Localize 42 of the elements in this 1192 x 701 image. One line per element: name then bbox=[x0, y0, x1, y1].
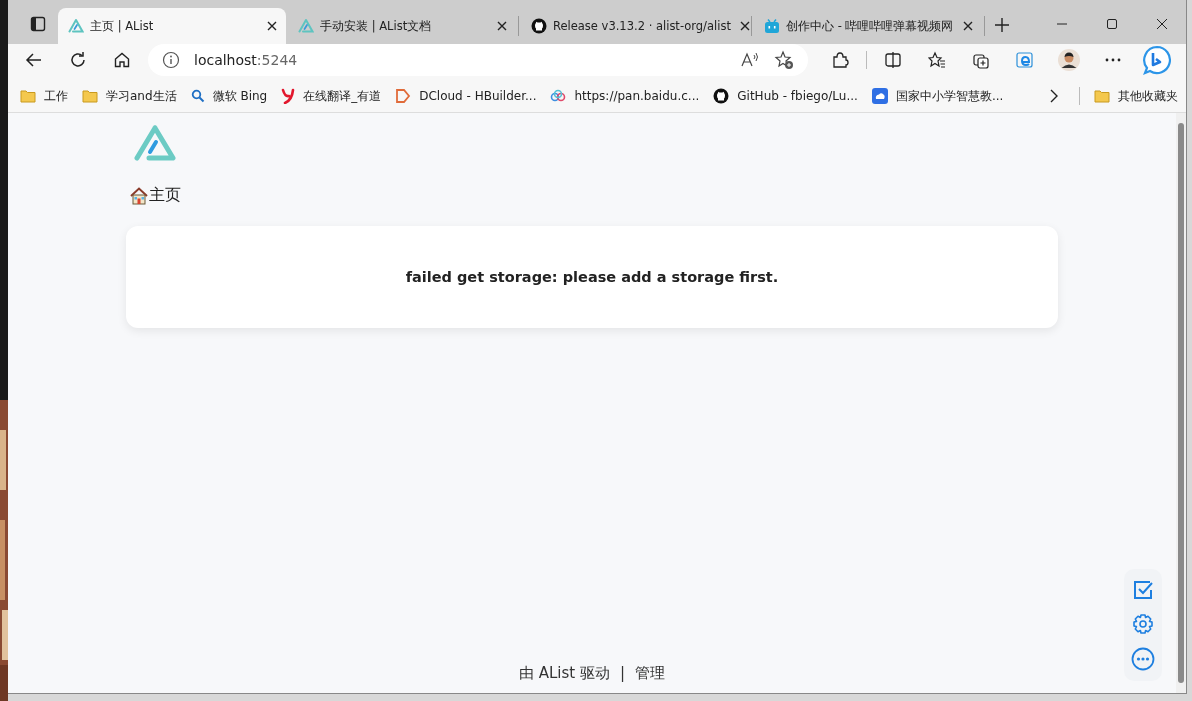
star-add-icon[interactable] bbox=[774, 50, 794, 70]
browser-tab[interactable]: Release v3.13.2 · alist-org/alist bbox=[521, 8, 749, 44]
browser-tab[interactable]: 创作中心 - 哔哩哔哩弹幕视频网 bbox=[754, 8, 982, 44]
bookmark-link[interactable]: 微软 Bing bbox=[190, 87, 268, 105]
y-logo-icon bbox=[281, 88, 296, 104]
bookmark-link[interactable]: 工作 bbox=[20, 87, 68, 105]
github-icon bbox=[713, 88, 730, 104]
manage-link[interactable]: 管理 bbox=[635, 664, 666, 683]
github-icon bbox=[531, 18, 547, 34]
settings-icon[interactable] bbox=[1132, 613, 1154, 635]
triangle-logo-icon bbox=[298, 18, 314, 34]
url-text: localhost:5244 bbox=[194, 52, 298, 68]
checkbox-icon[interactable] bbox=[1132, 579, 1154, 601]
error-message: failed get storage: please add a storage first. bbox=[405, 269, 779, 285]
scrollbar[interactable] bbox=[1176, 113, 1186, 693]
info-icon bbox=[162, 51, 180, 69]
address-bar[interactable]: localhost:5244 bbox=[148, 44, 808, 76]
separator-text: | bbox=[620, 664, 626, 683]
browser-tab[interactable]: 手动安装 | AList文档 bbox=[288, 8, 516, 44]
bookmark-folder[interactable]: 其他收藏夹 bbox=[1094, 87, 1178, 105]
bookmark-link[interactable]: 在线翻译_有道 bbox=[281, 87, 382, 105]
cloud-badge-icon bbox=[871, 88, 888, 104]
triangle-logo-icon bbox=[68, 18, 84, 34]
more-icon[interactable] bbox=[1131, 647, 1155, 671]
tag-icon bbox=[395, 88, 412, 104]
search-icon bbox=[190, 89, 205, 103]
powered-by-text: 由 AList 驱动 bbox=[518, 664, 610, 683]
folder-icon bbox=[1094, 89, 1110, 103]
breadcrumb-link[interactable]: 主页 bbox=[130, 185, 181, 206]
browser-tab[interactable]: 主页 | AList bbox=[58, 8, 286, 44]
bookmark-link[interactable]: DCloud - HBuilder... bbox=[395, 88, 537, 104]
house-icon bbox=[130, 186, 148, 205]
bookmark-link[interactable]: 学习and生活 bbox=[82, 87, 177, 105]
triangle-logo-icon bbox=[134, 125, 176, 161]
bookmark-link[interactable]: 国家中小学智慧教... bbox=[871, 87, 1004, 105]
cloud-icon bbox=[550, 89, 567, 103]
folder-icon bbox=[20, 89, 36, 103]
read-aloud-icon[interactable] bbox=[740, 51, 760, 69]
bookmark-link[interactable]: GitHub - fbiego/Lu... bbox=[713, 88, 858, 104]
tv-icon bbox=[764, 18, 780, 34]
folder-icon bbox=[82, 89, 98, 103]
bookmark-link[interactable]: https://pan.baidu.c... bbox=[550, 89, 700, 103]
